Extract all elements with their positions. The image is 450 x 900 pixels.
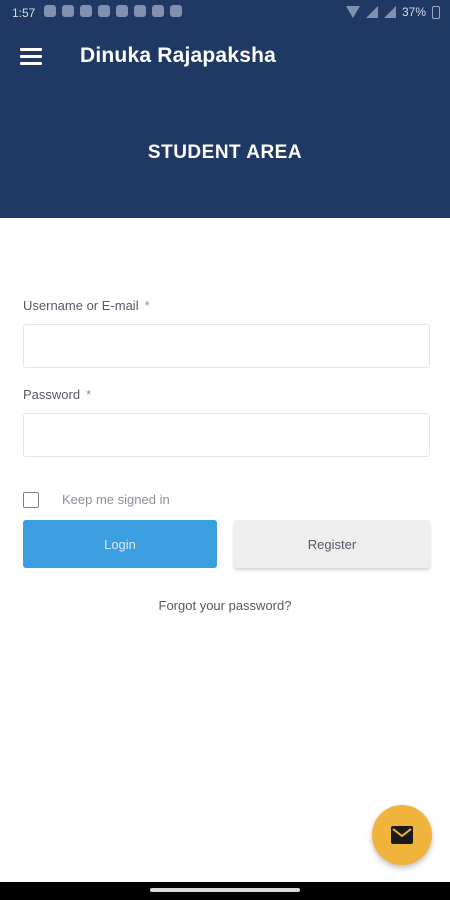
login-button[interactable]: Login: [23, 520, 217, 568]
battery-percent: 37%: [401, 5, 426, 19]
mail-icon: [391, 826, 413, 844]
signal-icon: [365, 6, 378, 18]
app-header: Dinuka Rajapaksha STUDENT AREA: [0, 28, 450, 218]
signal-icon-2: [383, 6, 396, 18]
keep-signed-in-label: Keep me signed in: [62, 492, 170, 507]
gallery-notification-icon: [152, 5, 164, 17]
notification-icons: [44, 5, 182, 17]
contact-fab-button[interactable]: [372, 805, 432, 865]
password-required-mark: *: [86, 387, 92, 402]
username-label-text: Username or E-mail: [23, 298, 139, 313]
battery-icon: [432, 5, 440, 19]
username-input[interactable]: [23, 324, 430, 368]
password-input[interactable]: [23, 413, 430, 457]
mail-notification-icon: [170, 5, 182, 17]
home-gesture-handle[interactable]: [150, 888, 300, 892]
telegram-icon: [44, 5, 56, 17]
status-bar: 1:57 37%: [0, 0, 450, 28]
game-notification-icon: [134, 5, 146, 17]
system-status: 37%: [345, 5, 440, 19]
hamburger-menu-icon[interactable]: [20, 48, 42, 66]
wifi-icon: [345, 6, 360, 18]
chat-notification-icon: [116, 5, 128, 17]
system-nav-bar: [0, 882, 450, 900]
forgot-password-link[interactable]: Forgot your password?: [0, 598, 450, 613]
status-time: 1:57: [12, 6, 36, 20]
username-label: Username or E-mail *: [23, 298, 150, 313]
app-notification-icon: [98, 5, 110, 17]
messenger-icon: [80, 5, 92, 17]
password-label: Password *: [23, 387, 91, 402]
register-button[interactable]: Register: [234, 520, 430, 568]
password-label-text: Password: [23, 387, 81, 402]
whatsapp-icon: [62, 5, 74, 17]
app-title: Dinuka Rajapaksha: [80, 44, 276, 67]
username-required-mark: *: [144, 298, 150, 313]
page-title: STUDENT AREA: [147, 142, 303, 163]
keep-signed-in-checkbox[interactable]: [23, 492, 39, 508]
